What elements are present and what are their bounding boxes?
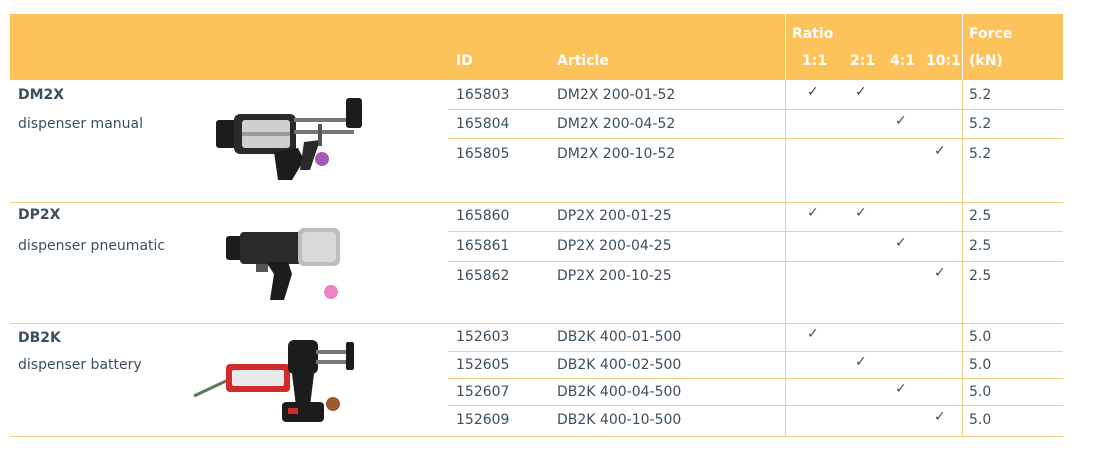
row-divider (448, 109, 1063, 110)
check-icon: ✓ (934, 409, 946, 425)
header-ratio: Ratio (792, 26, 834, 42)
cell-article: DP2X 200-04-25 (557, 238, 672, 254)
cell-id: 152605 (456, 357, 510, 373)
cell-force: 2.5 (969, 268, 992, 284)
cell-article: DB2K 400-04-500 (557, 384, 682, 400)
color-dot-brown (326, 397, 340, 411)
group-subtitle-dp2x: dispenser pneumatic (18, 238, 166, 254)
row-divider (448, 138, 1063, 139)
cell-force: 5.2 (969, 116, 992, 132)
cell-force: 5.2 (969, 146, 992, 162)
manual-dispenser-illustration (216, 98, 362, 180)
cell-force: 5.2 (969, 87, 992, 103)
cell-id: 152607 (456, 384, 510, 400)
battery-dispenser-illustration (193, 340, 354, 422)
cell-force: 5.0 (969, 329, 992, 345)
cell-id: 152609 (456, 412, 510, 428)
group-title-db2k: DB2K (18, 330, 61, 346)
table-bottom-border (10, 436, 1063, 437)
cell-id: 165861 (456, 238, 510, 254)
cell-article: DM2X 200-10-52 (557, 146, 676, 162)
group-divider (10, 323, 1063, 324)
row-divider (448, 378, 1063, 379)
column-divider (785, 80, 786, 437)
check-icon: ✓ (895, 381, 907, 397)
header-article: Article (557, 53, 609, 69)
cell-force: 5.0 (969, 384, 992, 400)
check-icon: ✓ (807, 205, 819, 221)
group-subtitle-db2k: dispenser battery (18, 357, 142, 373)
header-ratio-1-1: 1:1 (802, 53, 828, 69)
cell-id: 165804 (456, 116, 510, 132)
row-divider (448, 231, 1063, 232)
color-dot-pink (324, 285, 338, 299)
cell-id: 165862 (456, 268, 510, 284)
group-subtitle-dm2x: dispenser manual (18, 116, 143, 132)
column-divider (962, 80, 963, 437)
cell-force: 5.0 (969, 357, 992, 373)
check-icon: ✓ (807, 84, 819, 100)
header-force-unit: (kN) (969, 53, 1003, 69)
header-ratio-10-1: 10:1 (926, 53, 961, 69)
check-icon: ✓ (895, 113, 907, 129)
check-icon: ✓ (807, 326, 819, 342)
check-icon: ✓ (895, 235, 907, 251)
header-ratio-2-1: 2:1 (850, 53, 876, 69)
table-header (10, 14, 1063, 80)
group-divider (10, 202, 1063, 203)
cell-article: DM2X 200-01-52 (557, 87, 676, 103)
header-id: ID (456, 53, 473, 69)
group-title-dp2x: DP2X (18, 207, 61, 223)
cell-article: DB2K 400-01-500 (557, 329, 682, 345)
cell-id: 165803 (456, 87, 510, 103)
header-force: Force (969, 26, 1013, 42)
check-icon: ✓ (855, 354, 867, 370)
header-divider (785, 14, 786, 80)
header-divider (962, 14, 963, 80)
cell-id: 152603 (456, 329, 510, 345)
row-divider (448, 261, 1063, 262)
cell-article: DB2K 400-02-500 (557, 357, 682, 373)
header-ratio-4-1: 4:1 (890, 53, 916, 69)
cell-id: 165805 (456, 146, 510, 162)
check-icon: ✓ (855, 205, 867, 221)
row-divider (448, 351, 1063, 352)
cell-id: 165860 (456, 208, 510, 224)
check-icon: ✓ (855, 84, 867, 100)
cell-article: DP2X 200-01-25 (557, 208, 672, 224)
cell-force: 2.5 (969, 238, 992, 254)
cell-force: 5.0 (969, 412, 992, 428)
group-title-dm2x: DM2X (18, 87, 65, 103)
row-divider (448, 405, 1063, 406)
cell-article: DB2K 400-10-500 (557, 412, 682, 428)
cell-article: DM2X 200-04-52 (557, 116, 676, 132)
check-icon: ✓ (934, 143, 946, 159)
color-dot-purple (315, 152, 329, 166)
check-icon: ✓ (934, 265, 946, 281)
cell-force: 2.5 (969, 208, 992, 224)
cell-article: DP2X 200-10-25 (557, 268, 672, 284)
